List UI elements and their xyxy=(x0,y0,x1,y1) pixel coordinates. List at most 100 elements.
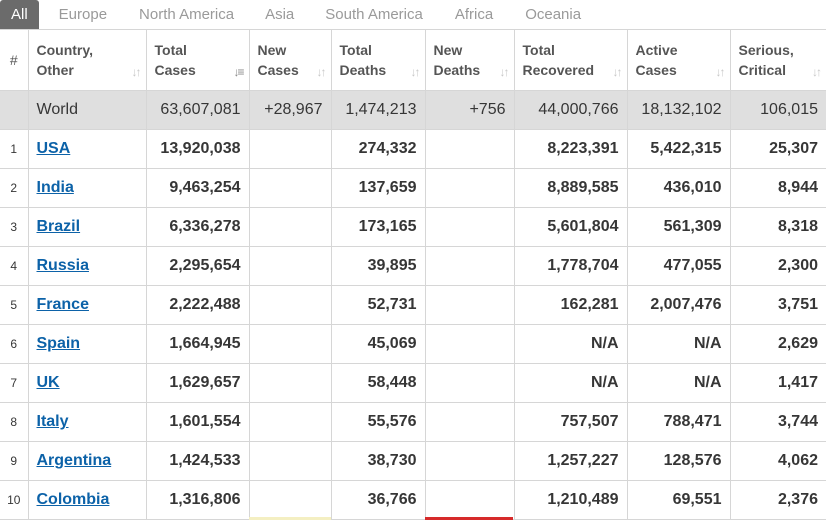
active-cases-cell: N/A xyxy=(626,363,731,403)
serious-critical-cell: 25,307 xyxy=(729,129,826,169)
total-deaths-cell: 39,895 xyxy=(330,246,426,286)
covid-statistics-table: # Country, Other ↓↑ Total Cases ↓≡ New C… xyxy=(0,29,826,520)
total-deaths-cell: 52,731 xyxy=(330,285,426,325)
country-name: France xyxy=(27,285,147,325)
total-recovered-cell: 757,507 xyxy=(513,402,628,442)
header-new-cases[interactable]: New Cases ↓↑ xyxy=(248,29,332,91)
table-row: 6 Spain 1,664,945 45,069 N/A N/A 2,629 xyxy=(0,324,826,364)
country-link[interactable]: USA xyxy=(37,140,71,157)
total-deaths-cell: 55,576 xyxy=(330,402,426,442)
country-link[interactable]: Brazil xyxy=(37,218,81,235)
total-recovered-cell: N/A xyxy=(513,363,628,403)
header-label-line2: Deaths xyxy=(433,62,481,78)
total-cases-cell: 6,336,278 xyxy=(145,207,250,247)
table-row: 2 India 9,463,254 137,659 8,889,585 436,010 8,… xyxy=(0,168,826,208)
country-name: UK xyxy=(27,363,147,403)
table-row: 8 Italy 1,601,554 55,576 757,507 788,471 3,744 xyxy=(0,402,826,442)
new-deaths-cell xyxy=(424,480,515,520)
total-cases-cell: 2,222,488 xyxy=(145,285,250,325)
new-deaths-cell xyxy=(424,285,515,325)
header-serious-critical[interactable]: Serious, Critical ↓↑ xyxy=(729,29,826,91)
header-label-line2: Recovered xyxy=(522,62,595,78)
new-cases-cell xyxy=(248,441,332,481)
header-label-line1: New xyxy=(257,42,287,58)
country-link[interactable]: Italy xyxy=(37,413,69,430)
sort-arrows-icon: ↓↑ xyxy=(316,65,327,79)
country-name: India xyxy=(27,168,147,208)
total-cases-cell: 13,920,038 xyxy=(145,129,250,169)
header-label-line2: Other xyxy=(36,62,74,78)
serious-critical-cell: 1,417 xyxy=(729,363,826,403)
new-deaths-cell xyxy=(424,168,515,208)
sort-arrows-icon: ↓↑ xyxy=(812,65,822,79)
new-deaths-cell xyxy=(424,441,515,481)
tab-south-america[interactable]: South America xyxy=(325,0,423,29)
sort-arrows-icon: ↓↑ xyxy=(612,65,623,79)
tab-north-america[interactable]: North America xyxy=(139,0,234,29)
country-name: Russia xyxy=(27,246,147,286)
row-index: 2 xyxy=(0,168,29,208)
total-recovered-cell: 162,281 xyxy=(513,285,628,325)
sort-active-icon: ↓≡ xyxy=(233,65,244,79)
header-row: # Country, Other ↓↑ Total Cases ↓≡ New C… xyxy=(0,29,826,91)
tab-all[interactable]: All xyxy=(0,0,39,29)
serious-critical-cell: 8,318 xyxy=(729,207,826,247)
header-label-line2: Cases xyxy=(154,62,196,78)
new-cases-cell: +28,967 xyxy=(248,90,332,130)
tab-asia[interactable]: Asia xyxy=(265,0,294,29)
table-row: 10 Colombia 1,316,806 36,766 1,210,489 69,551… xyxy=(0,480,826,520)
total-cases-cell: 1,316,806 xyxy=(145,480,250,520)
row-index: 3 xyxy=(0,207,29,247)
header-label-line1: Total xyxy=(522,42,555,58)
header-active-cases[interactable]: Active Cases ↓↑ xyxy=(626,29,731,91)
new-cases-cell xyxy=(248,324,332,364)
new-deaths-cell xyxy=(424,207,515,247)
header-index: # xyxy=(0,29,29,91)
tab-europe[interactable]: Europe xyxy=(59,0,107,29)
total-deaths-cell: 137,659 xyxy=(330,168,426,208)
new-cases-cell xyxy=(248,480,332,520)
total-deaths-cell: 1,474,213 xyxy=(330,90,426,130)
total-deaths-cell: 38,730 xyxy=(330,441,426,481)
header-total-cases[interactable]: Total Cases ↓≡ xyxy=(145,29,250,91)
total-deaths-cell: 274,332 xyxy=(330,129,426,169)
new-deaths-cell xyxy=(424,402,515,442)
header-total-deaths[interactable]: Total Deaths ↓↑ xyxy=(330,29,426,91)
new-cases-cell xyxy=(248,207,332,247)
header-total-recovered[interactable]: Total Recovered ↓↑ xyxy=(513,29,628,91)
total-deaths-cell: 173,165 xyxy=(330,207,426,247)
country-name: World xyxy=(27,90,147,130)
active-cases-cell: 477,055 xyxy=(626,246,731,286)
new-cases-cell xyxy=(248,129,332,169)
row-index: 9 xyxy=(0,441,29,481)
country-link[interactable]: Russia xyxy=(37,257,89,274)
country-link[interactable]: Argentina xyxy=(37,452,112,469)
country-link[interactable]: India xyxy=(37,179,74,196)
total-cases-cell: 63,607,081 xyxy=(145,90,250,130)
country-link[interactable]: Spain xyxy=(37,335,81,352)
serious-critical-cell: 8,944 xyxy=(729,168,826,208)
header-new-deaths[interactable]: New Deaths ↓↑ xyxy=(424,29,515,91)
tab-africa[interactable]: Africa xyxy=(455,0,493,29)
country-link[interactable]: UK xyxy=(37,374,60,391)
table-row: 5 France 2,222,488 52,731 162,281 2,007,476 3,… xyxy=(0,285,826,325)
active-cases-cell: 5,422,315 xyxy=(626,129,731,169)
header-label-line2: Cases xyxy=(257,62,299,78)
world-total-row: World 63,607,081 +28,967 1,474,213 +756 … xyxy=(0,90,826,130)
total-cases-cell: 1,664,945 xyxy=(145,324,250,364)
sort-arrows-icon: ↓↑ xyxy=(499,65,510,79)
country-link[interactable]: France xyxy=(37,296,89,313)
new-cases-cell xyxy=(248,363,332,403)
active-cases-cell: 788,471 xyxy=(626,402,731,442)
row-index: 5 xyxy=(0,285,29,325)
new-deaths-cell: +756 xyxy=(424,90,515,130)
header-label-line2: Deaths xyxy=(339,62,387,78)
country-link[interactable]: Colombia xyxy=(37,491,110,508)
header-country[interactable]: Country, Other ↓↑ xyxy=(27,29,147,91)
table-row: 3 Brazil 6,336,278 173,165 5,601,804 561,309 8… xyxy=(0,207,826,247)
active-cases-cell: 436,010 xyxy=(626,168,731,208)
total-recovered-cell: 5,601,804 xyxy=(513,207,628,247)
table-row: 4 Russia 2,295,654 39,895 1,778,704 477,055 2,… xyxy=(0,246,826,286)
row-index xyxy=(0,90,29,130)
tab-oceania[interactable]: Oceania xyxy=(525,0,581,29)
